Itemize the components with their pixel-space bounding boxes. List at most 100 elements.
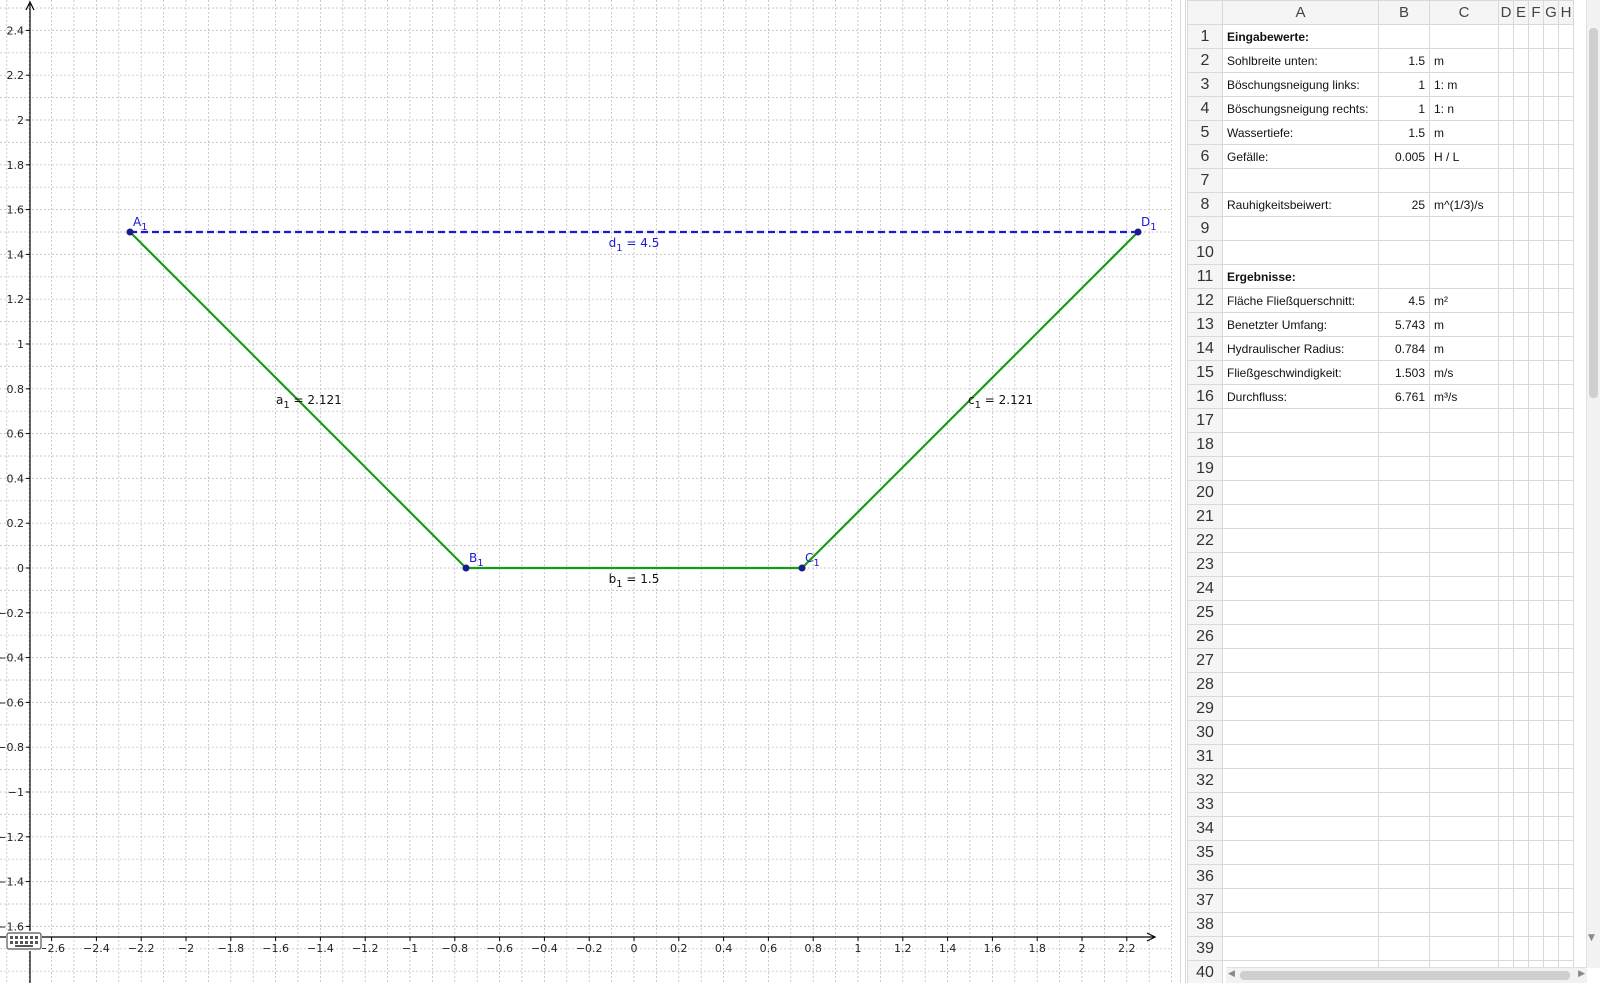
cell-b[interactable]: 1.5: [1378, 120, 1430, 145]
point-B[interactable]: [462, 564, 470, 572]
cell-a[interactable]: [1222, 504, 1379, 529]
cell-b[interactable]: 4.5: [1378, 288, 1430, 313]
cell-b[interactable]: 0.784: [1378, 336, 1430, 361]
cell-f[interactable]: [1528, 24, 1544, 49]
cell-b[interactable]: [1378, 648, 1430, 673]
cell-d[interactable]: [1498, 240, 1514, 265]
cell-h[interactable]: [1558, 576, 1574, 601]
cell-f[interactable]: [1528, 600, 1544, 625]
cell-d[interactable]: [1498, 408, 1514, 433]
cell-g[interactable]: [1543, 456, 1559, 481]
scroll-down-icon[interactable]: ▼: [1588, 933, 1595, 943]
cell-h[interactable]: [1558, 792, 1574, 817]
cell-c[interactable]: [1429, 504, 1499, 529]
cell-f[interactable]: [1528, 144, 1544, 169]
cell-c[interactable]: [1429, 816, 1499, 841]
row-header[interactable]: 17: [1187, 408, 1223, 433]
cell-f[interactable]: [1528, 240, 1544, 265]
row-header[interactable]: 13: [1187, 312, 1223, 337]
vertical-scroll-thumb[interactable]: [1589, 28, 1598, 398]
cell-d[interactable]: [1498, 432, 1514, 457]
row-header[interactable]: 15: [1187, 360, 1223, 385]
cell-f[interactable]: [1528, 96, 1544, 121]
cell-e[interactable]: [1513, 816, 1529, 841]
cell-g[interactable]: [1543, 24, 1559, 49]
cell-a[interactable]: Gefälle:: [1222, 144, 1379, 169]
cell-e[interactable]: [1513, 480, 1529, 505]
cell-c[interactable]: [1429, 264, 1499, 289]
cell-b[interactable]: [1378, 456, 1430, 481]
cell-a[interactable]: [1222, 912, 1379, 937]
cell-g[interactable]: [1543, 672, 1559, 697]
cell-h[interactable]: [1558, 240, 1574, 265]
row-header[interactable]: 39: [1187, 936, 1223, 961]
cell-e[interactable]: [1513, 360, 1529, 385]
cell-c[interactable]: [1429, 216, 1499, 241]
cell-e[interactable]: [1513, 192, 1529, 217]
cell-a[interactable]: [1222, 168, 1379, 193]
cell-f[interactable]: [1528, 720, 1544, 745]
cell-c[interactable]: [1429, 480, 1499, 505]
cell-e[interactable]: [1513, 264, 1529, 289]
cell-h[interactable]: [1558, 840, 1574, 865]
cell-g[interactable]: [1543, 408, 1559, 433]
cell-h[interactable]: [1558, 264, 1574, 289]
row-header[interactable]: 32: [1187, 768, 1223, 793]
cell-d[interactable]: [1498, 384, 1514, 409]
cell-g[interactable]: [1543, 312, 1559, 337]
cell-g[interactable]: [1543, 768, 1559, 793]
cell-a[interactable]: [1222, 936, 1379, 961]
cell-h[interactable]: [1558, 216, 1574, 241]
cell-b[interactable]: [1378, 408, 1430, 433]
cell-e[interactable]: [1513, 792, 1529, 817]
cell-a[interactable]: Eingabewerte:: [1222, 24, 1379, 49]
cell-b[interactable]: 1.5: [1378, 48, 1430, 73]
cell-e[interactable]: [1513, 600, 1529, 625]
cell-h[interactable]: [1558, 192, 1574, 217]
cell-g[interactable]: [1543, 216, 1559, 241]
cell-e[interactable]: [1513, 144, 1529, 169]
cell-c[interactable]: [1429, 456, 1499, 481]
cell-e[interactable]: [1513, 336, 1529, 361]
cell-c[interactable]: [1429, 792, 1499, 817]
cell-h[interactable]: [1558, 912, 1574, 937]
cell-c[interactable]: [1429, 768, 1499, 793]
cell-b[interactable]: 25: [1378, 192, 1430, 217]
row-header[interactable]: 7: [1187, 168, 1223, 193]
cell-g[interactable]: [1543, 360, 1559, 385]
cell-f[interactable]: [1528, 72, 1544, 97]
cell-b[interactable]: [1378, 504, 1430, 529]
cell-c[interactable]: [1429, 888, 1499, 913]
cell-g[interactable]: [1543, 648, 1559, 673]
cell-g[interactable]: [1543, 240, 1559, 265]
cell-b[interactable]: 1.503: [1378, 360, 1430, 385]
cell-f[interactable]: [1528, 432, 1544, 457]
cell-f[interactable]: [1528, 48, 1544, 73]
row-header[interactable]: 25: [1187, 600, 1223, 625]
cell-g[interactable]: [1543, 288, 1559, 313]
cell-f[interactable]: [1528, 192, 1544, 217]
cell-g[interactable]: [1543, 48, 1559, 73]
cell-d[interactable]: [1498, 888, 1514, 913]
cell-h[interactable]: [1558, 504, 1574, 529]
cell-h[interactable]: [1558, 936, 1574, 961]
cell-c[interactable]: 1: m: [1429, 72, 1499, 97]
cell-b[interactable]: [1378, 264, 1430, 289]
cell-c[interactable]: m: [1429, 120, 1499, 145]
cell-e[interactable]: [1513, 744, 1529, 769]
column-header-g[interactable]: G: [1543, 0, 1559, 25]
cell-d[interactable]: [1498, 96, 1514, 121]
cell-h[interactable]: [1558, 624, 1574, 649]
cell-e[interactable]: [1513, 936, 1529, 961]
cell-b[interactable]: [1378, 600, 1430, 625]
cell-h[interactable]: [1558, 744, 1574, 769]
cell-h[interactable]: [1558, 144, 1574, 169]
cell-e[interactable]: [1513, 720, 1529, 745]
row-header[interactable]: 9: [1187, 216, 1223, 241]
cell-e[interactable]: [1513, 552, 1529, 577]
cell-b[interactable]: [1378, 216, 1430, 241]
cell-f[interactable]: [1528, 360, 1544, 385]
cell-b[interactable]: 5.743: [1378, 312, 1430, 337]
cell-c[interactable]: m²: [1429, 288, 1499, 313]
cell-e[interactable]: [1513, 288, 1529, 313]
